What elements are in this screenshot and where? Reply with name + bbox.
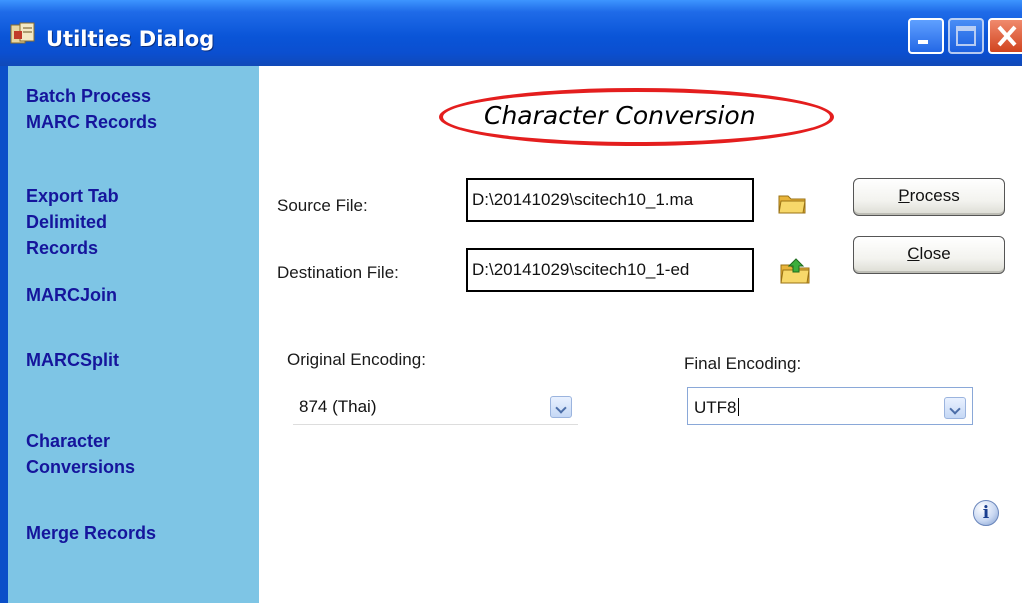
final-encoding-text: UTF8 bbox=[694, 398, 737, 417]
maximize-icon bbox=[956, 26, 976, 46]
process-button-label: rocess bbox=[909, 186, 960, 205]
destination-file-input[interactable]: D:\20141029\scitech10_1-ed bbox=[466, 248, 754, 292]
source-file-label: Source File: bbox=[277, 196, 368, 215]
sidebar-item-label: MARC Records bbox=[26, 112, 158, 132]
process-button[interactable]: Process bbox=[853, 178, 1005, 216]
sidebar-item-label: Batch Process bbox=[26, 86, 152, 106]
sidebar-item-label: MARCJoin bbox=[26, 285, 117, 305]
app-icon bbox=[10, 22, 35, 44]
final-encoding-label: Final Encoding: bbox=[684, 354, 802, 373]
sidebar-item-label: Records bbox=[26, 238, 99, 258]
sidebar-item-character-conversions[interactable]: Character Conversions bbox=[26, 428, 135, 480]
chevron-down-icon[interactable] bbox=[550, 396, 572, 418]
minimize-button[interactable] bbox=[908, 18, 944, 54]
sidebar-item-label: Merge Records bbox=[26, 523, 157, 543]
utilities-dialog-window: Utilties Dialog Batch Process MARC Recor… bbox=[0, 0, 1022, 603]
final-encoding-value: UTF8 bbox=[694, 398, 739, 418]
sidebar-item-merge-records[interactable]: Merge Records bbox=[26, 520, 156, 546]
source-file-input[interactable]: D:\20141029\scitech10_1.ma bbox=[466, 178, 754, 222]
close-icon bbox=[997, 25, 1017, 47]
folder-save-icon[interactable] bbox=[779, 257, 811, 285]
sidebar-item-marcsplit[interactable]: MARCSplit bbox=[26, 347, 119, 373]
sidebar-item-export-tab[interactable]: Export Tab Delimited Records bbox=[26, 183, 119, 261]
sidebar-item-batch-process[interactable]: Batch Process MARC Records bbox=[26, 83, 157, 135]
minimize-icon bbox=[918, 40, 928, 44]
chevron-down-icon[interactable] bbox=[944, 397, 966, 419]
window-title: Utilties Dialog bbox=[46, 27, 215, 51]
main-panel bbox=[259, 66, 1022, 603]
title-bar[interactable]: Utilties Dialog bbox=[0, 0, 1022, 66]
original-encoding-value: 874 (Thai) bbox=[299, 397, 377, 416]
page-title: Character Conversion bbox=[484, 101, 756, 130]
destination-file-label: Destination File: bbox=[277, 263, 399, 282]
close-mnemonic: C bbox=[907, 244, 920, 263]
close-button[interactable]: Close bbox=[853, 236, 1005, 274]
folder-open-icon[interactable] bbox=[777, 191, 807, 215]
sidebar-item-label: Delimited bbox=[26, 212, 108, 232]
original-encoding-label: Original Encoding: bbox=[287, 350, 426, 369]
text-caret bbox=[737, 398, 739, 416]
final-encoding-select[interactable]: UTF8 bbox=[687, 387, 973, 425]
info-icon[interactable]: i bbox=[973, 500, 999, 526]
sidebar-item-marcjoin[interactable]: MARCJoin bbox=[26, 282, 117, 308]
sidebar-item-label: MARCSplit bbox=[26, 350, 119, 370]
maximize-button[interactable] bbox=[948, 18, 984, 54]
close-window-button[interactable] bbox=[988, 18, 1022, 54]
close-button-label: lose bbox=[919, 244, 951, 263]
sidebar-item-label: Export Tab bbox=[26, 186, 119, 206]
sidebar-item-label: Conversions bbox=[26, 457, 136, 477]
original-encoding-select[interactable]: 874 (Thai) bbox=[293, 387, 578, 425]
sidebar-item-label: Character bbox=[26, 431, 111, 451]
process-mnemonic: P bbox=[898, 186, 910, 205]
